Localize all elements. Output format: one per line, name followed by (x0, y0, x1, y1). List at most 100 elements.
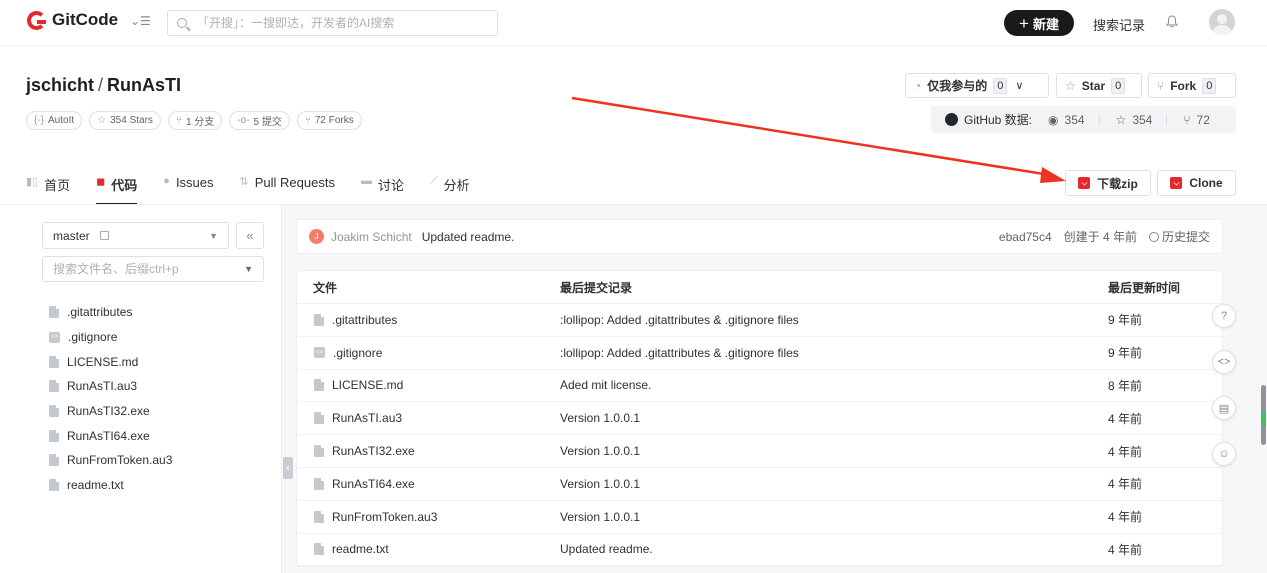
commit-message[interactable]: Updated readme. (422, 230, 515, 244)
code-file-icon: <> (314, 347, 325, 359)
file-name-cell[interactable]: .gitattributes (297, 313, 543, 327)
scrollbar-indicator (1261, 412, 1266, 426)
commit-message-cell[interactable]: Updated readme. (543, 542, 1091, 556)
panel-splitter-handle[interactable]: ‹ (283, 457, 293, 479)
menu-toggle-icon[interactable]: ⌄☰ (130, 14, 151, 28)
tab-home[interactable]: ▮▯ 首页 (26, 165, 70, 205)
github-stars: ☆ 354 (1116, 113, 1153, 127)
gitcode-logo[interactable]: GitCode (27, 10, 118, 30)
tag-stars[interactable]: ☆ 354 Stars (89, 111, 161, 130)
clone-button[interactable]: Clone (1157, 170, 1236, 196)
search-input[interactable] (197, 16, 487, 30)
code-review-icon[interactable]: <> (1212, 350, 1236, 374)
tree-item[interactable]: .gitattributes (49, 300, 172, 325)
github-watchers: ◉ 354 (1048, 113, 1085, 127)
table-row[interactable]: .gitattributes :lollipop: Added .gitattr… (297, 304, 1222, 337)
copy-icon[interactable] (99, 231, 109, 240)
file-name[interactable]: .gitignore (333, 346, 382, 360)
branch-selector[interactable]: master ▼ (42, 222, 229, 249)
file-name[interactable]: RunAsTI64.exe (332, 477, 415, 491)
updated-time-cell: 9 年前 (1108, 346, 1143, 361)
file-name-cell[interactable]: RunAsTI.au3 (297, 411, 543, 425)
annotation-arrow-head (1040, 167, 1066, 183)
file-name-cell[interactable]: RunAsTI64.exe (297, 477, 543, 491)
tree-item[interactable]: readme.txt (49, 473, 172, 498)
help-icon[interactable]: ? (1212, 304, 1236, 328)
tab-issues[interactable]: ● Issues (163, 165, 213, 205)
file-name[interactable]: .gitattributes (332, 313, 397, 327)
commit-author[interactable]: Joakim Schicht (331, 230, 412, 244)
user-avatar[interactable] (1209, 9, 1235, 35)
global-search[interactable] (167, 10, 498, 36)
file-search[interactable]: ▼ (42, 256, 264, 282)
commit-message-cell[interactable]: Version 1.0.0.1 (543, 444, 1091, 458)
file-name-cell[interactable]: <> .gitignore (297, 346, 543, 360)
tree-item[interactable]: RunFromToken.au3 (49, 448, 172, 473)
header-file: 文件 (313, 280, 338, 295)
logo-text: GitCode (52, 10, 119, 29)
file-name-cell[interactable]: LICENSE.md (297, 378, 543, 392)
search-history-link[interactable]: 搜索记录 (1093, 15, 1145, 34)
download-icon (1078, 177, 1091, 189)
tag-language[interactable]: {-} AutoIt (26, 111, 83, 130)
tree-item[interactable]: RunAsTI32.exe (49, 399, 172, 424)
table-row[interactable]: RunFromToken.au3 Version 1.0.0.1 4 年前 (297, 501, 1222, 534)
file-name[interactable]: readme.txt (332, 542, 389, 556)
file-icon (314, 510, 324, 523)
history-icon (1148, 232, 1159, 242)
table-row[interactable]: <> .gitignore :lollipop: Added .gitattrib… (297, 337, 1222, 370)
tab-label: Pull Requests (254, 175, 335, 190)
document-icon[interactable]: ▤ (1212, 396, 1236, 420)
history-link[interactable]: 历史提交 (1148, 228, 1210, 245)
download-zip-button[interactable]: 下载zip (1065, 170, 1151, 196)
commit-message-cell[interactable]: :lollipop: Added .gitattributes & .gitig… (543, 313, 1091, 327)
tab-analytics[interactable]: ⟋ 分析 (430, 165, 470, 205)
star-button[interactable]: ☆ Star 0 (1056, 73, 1142, 98)
file-search-input[interactable] (53, 262, 233, 276)
file-name-cell[interactable]: readme.txt (297, 542, 543, 556)
repo-name[interactable]: RunAsTI (107, 75, 181, 95)
commit-message-cell[interactable]: Version 1.0.0.1 (543, 411, 1091, 425)
bell-icon[interactable] (1166, 15, 1178, 28)
tag-forks[interactable]: ⑂ 72 Forks (296, 111, 362, 130)
feedback-icon[interactable]: ☺ (1212, 442, 1236, 466)
repo-owner[interactable]: jschicht (26, 75, 94, 95)
star-icon: ☆ (97, 115, 107, 126)
commit-author-avatar[interactable]: J (309, 229, 324, 244)
tab-code[interactable]: ◼ 代码 (96, 165, 138, 205)
table-row[interactable]: RunAsTI.au3 Version 1.0.0.1 4 年前 (297, 402, 1222, 436)
tab-discussions[interactable]: ▬ 讨论 (361, 165, 404, 205)
tree-item[interactable]: RunAsTI.au3 (49, 374, 172, 399)
new-button[interactable]: + 新建 (1004, 10, 1074, 36)
table-row[interactable]: RunAsTI64.exe Version 1.0.0.1 4 年前 (297, 468, 1222, 501)
table-row[interactable]: readme.txt Updated readme. 4 年前 (297, 534, 1222, 567)
watch-button[interactable]: ◔ 仅我参与的 0 ∨ (905, 73, 1049, 98)
tree-item[interactable]: LICENSE.md (49, 349, 172, 374)
gitcode-logo-icon (27, 10, 46, 30)
caret-down-icon: ▼ (244, 264, 253, 274)
commit-message-cell[interactable]: Version 1.0.0.1 (543, 477, 1091, 491)
fork-button[interactable]: ⑂ Fork 0 (1148, 73, 1236, 98)
table-row[interactable]: LICENSE.md Aded mit license. 8 年前 (297, 370, 1222, 403)
tag-commits[interactable]: -o- 5 提交 (229, 111, 290, 130)
table-row[interactable]: RunAsTI32.exe Version 1.0.0.1 4 年前 (297, 435, 1222, 468)
tree-item[interactable]: <> .gitignore (49, 325, 172, 350)
tab-pull-requests[interactable]: ⇅ Pull Requests (240, 165, 335, 205)
tree-item-label: RunFromToken.au3 (67, 453, 173, 468)
commit-hash[interactable]: ebad75c4 (999, 230, 1052, 244)
collapse-sidebar-button[interactable]: « (236, 222, 264, 249)
file-name-cell[interactable]: RunAsTI32.exe (297, 444, 543, 458)
file-name[interactable]: RunAsTI32.exe (332, 444, 415, 458)
commit-message-cell[interactable]: :lollipop: Added .gitattributes & .gitig… (543, 346, 1091, 360)
tag-branches[interactable]: ⑂ 1 分支 (167, 111, 223, 130)
commit-message-cell[interactable]: Version 1.0.0.1 (543, 510, 1091, 524)
updated-time-cell: 4 年前 (1108, 510, 1143, 525)
file-name[interactable]: LICENSE.md (332, 378, 403, 392)
tree-item[interactable]: RunAsTI64.exe (49, 423, 172, 448)
file-name-cell[interactable]: RunFromToken.au3 (297, 510, 543, 524)
github-watchers-count: 354 (1064, 112, 1085, 127)
file-name[interactable]: RunAsTI.au3 (332, 411, 402, 425)
file-table: 文件 最后提交记录 最后更新时间 .gitattributes :lollipo… (296, 270, 1223, 568)
file-name[interactable]: RunFromToken.au3 (332, 510, 437, 524)
commit-message-cell[interactable]: Aded mit license. (543, 378, 1091, 392)
